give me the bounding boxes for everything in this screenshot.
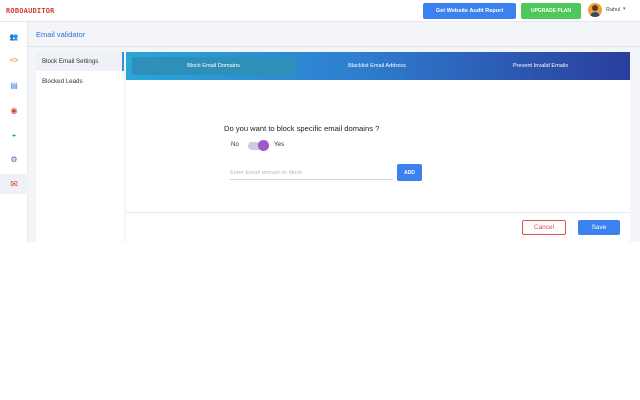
- avatar[interactable]: [588, 3, 602, 17]
- email-block-icon[interactable]: ✉: [0, 174, 28, 194]
- sub-navigation: Block Email Settings Blocked Leads: [36, 52, 124, 242]
- subnav-item-blocked-leads[interactable]: Blocked Leads: [36, 72, 124, 91]
- tab-label: Blacklist Email Address: [348, 63, 406, 69]
- divider: [126, 212, 630, 213]
- toggle-knob[interactable]: [258, 140, 269, 151]
- save-button[interactable]: Save: [578, 220, 620, 235]
- tab-blacklist-email-address[interactable]: Blacklist Email Address: [296, 57, 458, 75]
- subnav-item-block-email-settings[interactable]: Block Email Settings: [36, 52, 124, 71]
- divider: [28, 46, 640, 47]
- users-icon[interactable]: 👥: [0, 27, 28, 47]
- tab-prevent-invalid-emails[interactable]: Prevent Invalid Emails: [459, 57, 622, 75]
- settings-card: Block Email Domains Blacklist Email Addr…: [126, 52, 630, 242]
- page-title: Email validator: [36, 30, 86, 39]
- toggle-yes-label: Yes: [274, 141, 285, 148]
- tab-label: Block Email Domains: [187, 63, 240, 69]
- subnav-item-label: Block Email Settings: [42, 58, 99, 65]
- app-frame: ROBOAUDITOR Get Website Audit Report UPG…: [0, 0, 640, 242]
- toggle-no-label: No: [231, 141, 239, 148]
- user-name[interactable]: Rahul: [606, 7, 620, 13]
- tab-label: Prevent Invalid Emails: [512, 63, 569, 69]
- users-glyph: 👥: [9, 34, 19, 41]
- top-bar: ROBOAUDITOR Get Website Audit Report UPG…: [0, 0, 640, 22]
- cancel-button[interactable]: Cancel: [522, 220, 566, 235]
- chevron-down-icon[interactable]: ▾: [623, 6, 626, 12]
- target-icon[interactable]: ◉: [0, 100, 28, 120]
- code-icon[interactable]: </>: [0, 51, 28, 71]
- target-glyph: ◉: [10, 105, 18, 115]
- upgrade-plan-button[interactable]: UPGRADE PLAN: [521, 3, 581, 19]
- block-domains-question: Do you want to block specific email doma…: [224, 124, 380, 133]
- code-glyph: </>: [9, 58, 19, 64]
- icon-rail: 👥 </> ▤ ◉ ◒ ⚙ ✉: [0, 22, 28, 242]
- settings-glyph: ⚙: [10, 154, 18, 164]
- settings-icon[interactable]: ⚙: [0, 149, 28, 169]
- gauge-icon[interactable]: ◒: [0, 124, 28, 144]
- website-audit-report-button[interactable]: Get Website Audit Report: [423, 3, 516, 19]
- tab-block-email-domains[interactable]: Block Email Domains: [132, 57, 295, 75]
- add-domain-button[interactable]: ADD: [397, 164, 422, 181]
- tab-bar: Block Email Domains Blacklist Email Addr…: [126, 52, 630, 80]
- document-glyph: ▤: [10, 80, 18, 90]
- avatar-body: [590, 12, 600, 17]
- gauge-glyph: ◒: [11, 129, 17, 139]
- document-icon[interactable]: ▤: [0, 75, 28, 95]
- email-domain-input[interactable]: [230, 166, 393, 180]
- email-block-glyph: ✉: [10, 178, 18, 189]
- app-logo[interactable]: ROBOAUDITOR: [6, 7, 55, 15]
- subnav-item-label: Blocked Leads: [42, 78, 83, 85]
- avatar-head: [592, 5, 598, 11]
